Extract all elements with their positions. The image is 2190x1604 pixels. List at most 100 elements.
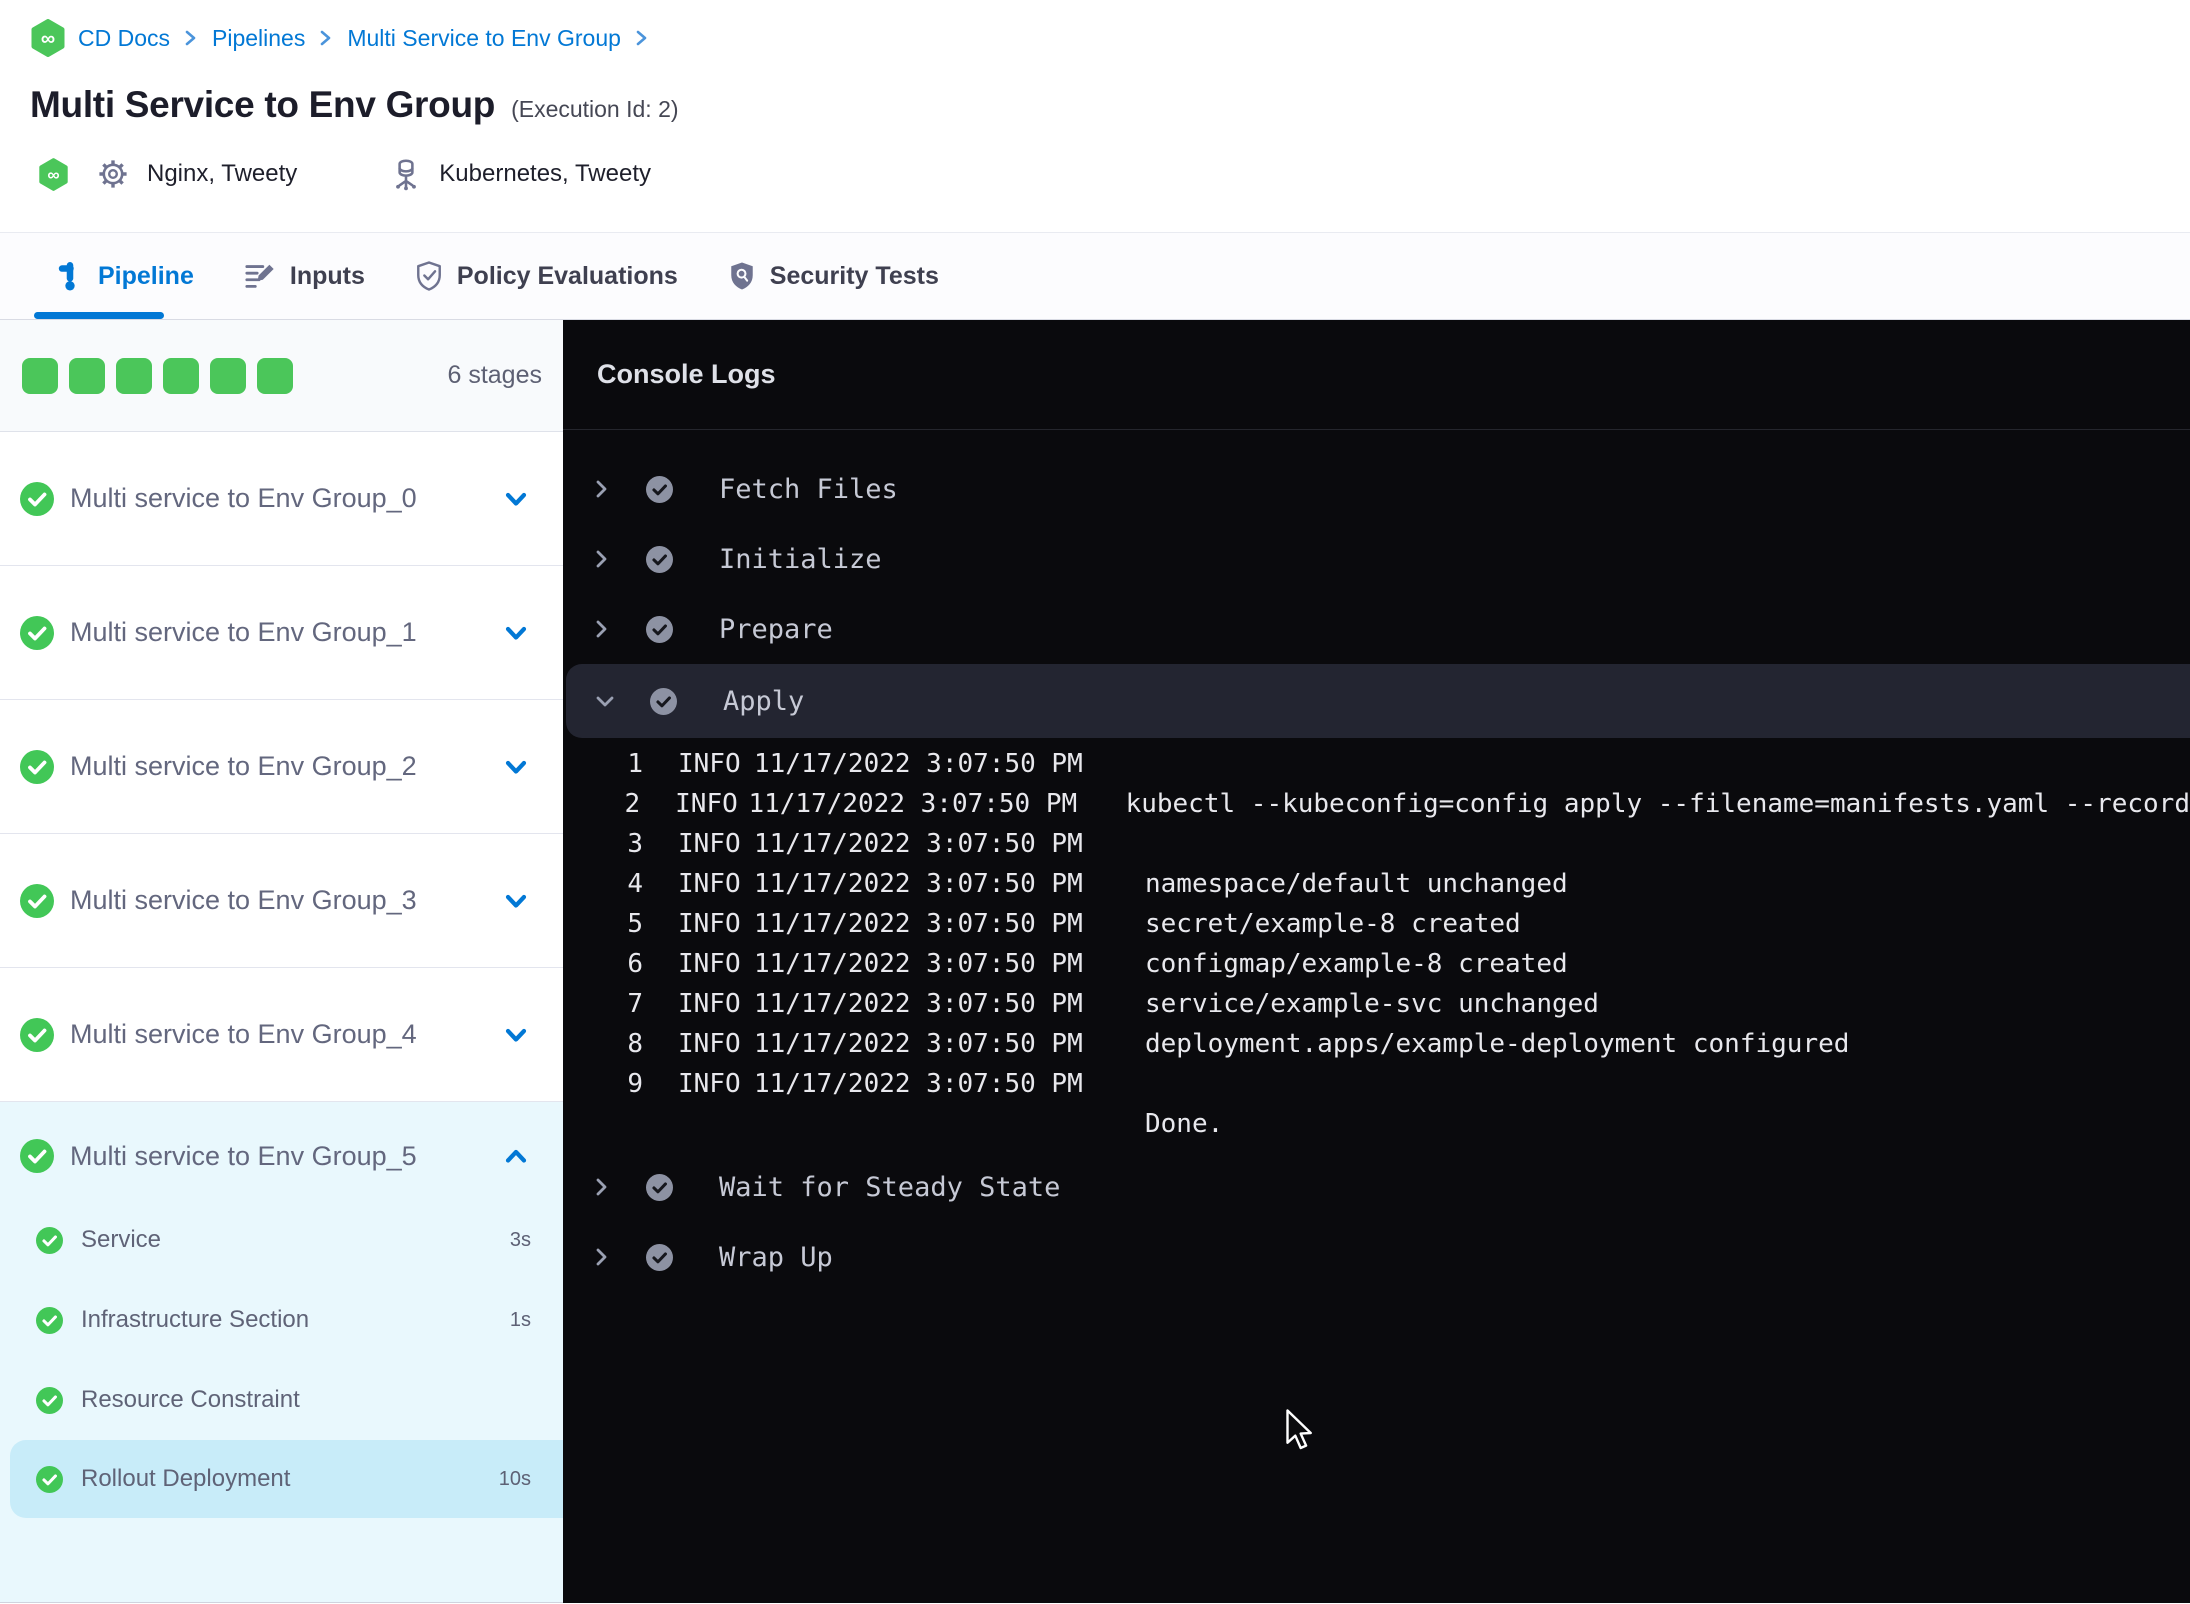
console-step-label: Wrap Up (719, 1241, 833, 1273)
step-duration: 1s (509, 1308, 531, 1331)
stage-label: Multi service to Env Group_4 (70, 1019, 417, 1049)
title-row: Multi Service to Env Group (Execution Id… (30, 84, 2190, 130)
inputs-icon (245, 264, 274, 288)
success-check-icon (36, 1306, 63, 1334)
stage-progress-section: 6 stages (0, 320, 563, 432)
console-step-label: Fetch Files (719, 473, 898, 505)
chevron-right-icon[interactable] (591, 548, 612, 570)
stage-row-5[interactable]: Multi service to Env Group_5 (0, 1112, 563, 1200)
console-step-label: Apply (723, 685, 805, 717)
page-title: Multi Service to Env Group (30, 84, 496, 125)
tab-policy-evaluations-label: Policy Evaluations (456, 261, 678, 290)
stage-row-0[interactable]: Multi service to Env Group_0 (0, 432, 563, 566)
stage-label: Multi service to Env Group_0 (70, 483, 417, 513)
stage-row-4[interactable]: Multi service to Env Group_4 (0, 968, 563, 1102)
tab-security-tests-label: Security Tests (769, 261, 939, 290)
tab-pipeline[interactable]: Pipeline (34, 233, 194, 319)
svg-text:∞: ∞ (47, 164, 59, 184)
log-line: 5 INFO 11/17/2022 3:07:50 PM secret/example… (627, 909, 1521, 939)
chevron-up-icon[interactable] (503, 1144, 529, 1168)
stage-progress-square (210, 357, 246, 394)
console-step-fetch-files[interactable]: Fetch Files (563, 454, 2190, 524)
stage-row-3[interactable]: Multi service to Env Group_3 (0, 834, 563, 968)
success-check-icon (36, 1386, 63, 1414)
stage-row-2[interactable]: Multi service to Env Group_2 (0, 700, 563, 834)
chevron-right-icon[interactable] (591, 478, 612, 500)
environments-icon (396, 159, 417, 191)
console-log-block: 1 INFO 11/17/2022 3:07:50 PM 2 INFO 11/17/20… (563, 738, 2190, 1152)
chevron-down-icon[interactable] (503, 889, 529, 913)
success-check-icon (20, 883, 54, 918)
breadcrumb-chevron-icon (317, 28, 335, 48)
stage-label: Multi service to Env Group_1 (70, 617, 417, 647)
svg-text:∞: ∞ (41, 28, 55, 50)
step-row-infrastructure-section[interactable]: Infrastructure Section 1s (0, 1280, 563, 1360)
success-check-icon (20, 481, 54, 516)
console-panel[interactable]: Console Logs Fetch Files Initialize Prep… (563, 320, 2190, 1603)
tab-inputs-label: Inputs (289, 261, 365, 290)
step-row-rollout-deployment[interactable]: Rollout Deployment 10s (10, 1440, 563, 1518)
chevron-down-icon[interactable] (503, 1023, 529, 1047)
stage-progress-square (257, 357, 293, 394)
success-check-icon (20, 1017, 54, 1052)
stage-row-1[interactable]: Multi service to Env Group_1 (0, 566, 563, 700)
services-label: Nginx, Tweety (147, 160, 298, 187)
environments-label: Kubernetes, Tweety (439, 160, 651, 187)
console-header: Console Logs (563, 320, 2190, 430)
step-label: Service (81, 1226, 162, 1253)
breadcrumb-link-pipelines[interactable]: Pipelines (212, 25, 305, 52)
stage-progress-square (22, 357, 58, 394)
stage-panel: 6 stages Multi service to Env Group_0 Mu… (0, 320, 563, 1603)
execution-tabbar: Pipeline Inputs Policy Evaluations Secur… (0, 232, 2190, 320)
stage-group-expanded: Multi service to Env Group_5 Service 3s … (0, 1102, 563, 1603)
success-check-icon (36, 1226, 63, 1254)
step-success-check-icon (646, 1173, 673, 1201)
execution-meta-row: ∞ Nginx, Tweety Kubernetes, Tweety (30, 154, 2190, 194)
stage-label: Multi service to Env Group_3 (70, 885, 417, 915)
console-title: Console Logs (597, 359, 776, 389)
breadcrumb-link-pipeline-name[interactable]: Multi Service to Env Group (347, 25, 621, 52)
chevron-down-icon[interactable] (594, 691, 616, 712)
breadcrumb: ∞ CD Docs Pipelines Multi Service to Env… (30, 0, 2190, 58)
step-success-check-icon (646, 545, 673, 573)
log-line: Done. (1145, 1109, 1224, 1139)
console-step-wrap-up[interactable]: Wrap Up (563, 1222, 2190, 1292)
console-step-wait-for-steady-state[interactable]: Wait for Steady State (563, 1152, 2190, 1222)
chevron-right-icon[interactable] (591, 618, 612, 640)
log-line: 3 INFO 11/17/2022 3:07:50 PM (627, 829, 1083, 859)
console-step-label: Wait for Steady State (719, 1171, 1061, 1203)
tab-pipeline-label: Pipeline (98, 261, 194, 290)
chevron-down-icon[interactable] (503, 621, 529, 645)
log-line: 1 INFO 11/17/2022 3:07:50 PM (627, 749, 1083, 779)
log-line: 6 INFO 11/17/2022 3:07:50 PM configmap/exam… (627, 949, 1568, 979)
console-step-prepare[interactable]: Prepare (563, 594, 2190, 664)
breadcrumb-chevron-icon (633, 28, 651, 48)
success-check-icon (20, 749, 54, 784)
chevron-right-icon[interactable] (591, 1246, 612, 1268)
log-line: 9 INFO 11/17/2022 3:07:50 PM (627, 1069, 1083, 1099)
console-step-apply[interactable]: Apply (566, 664, 2190, 738)
step-label: Rollout Deployment (81, 1465, 291, 1492)
breadcrumb-link-cd-docs[interactable]: CD Docs (78, 25, 170, 52)
step-duration: 3s (509, 1228, 531, 1251)
chevron-right-icon[interactable] (591, 1176, 612, 1198)
chevron-down-icon[interactable] (503, 755, 529, 779)
log-line: 8 INFO 11/17/2022 3:07:50 PM deployment.app… (627, 1029, 1850, 1059)
step-row-resource-constraint[interactable]: Resource Constraint (0, 1360, 563, 1440)
console-step-label: Prepare (719, 613, 833, 645)
step-label: Infrastructure Section (81, 1306, 310, 1333)
step-success-check-icon (646, 475, 673, 503)
tab-inputs[interactable]: Inputs (244, 233, 365, 319)
harness-cd-icon: ∞ (39, 157, 68, 191)
chevron-down-icon[interactable] (503, 487, 529, 511)
console-step-initialize[interactable]: Initialize (563, 524, 2190, 594)
stage-label: Multi service to Env Group_2 (70, 751, 417, 781)
step-row-service[interactable]: Service 3s (0, 1200, 563, 1280)
execution-id-label: (Execution Id: 2) (511, 96, 679, 122)
log-line: 4 INFO 11/17/2022 3:07:50 PM namespace/defa… (627, 869, 1568, 899)
pipeline-icon (58, 262, 75, 291)
tab-security-tests[interactable]: Security Tests (728, 233, 939, 319)
tab-policy-evaluations[interactable]: Policy Evaluations (415, 233, 678, 319)
step-success-check-icon (650, 687, 677, 715)
stage-count-label: 6 stages (447, 361, 542, 389)
